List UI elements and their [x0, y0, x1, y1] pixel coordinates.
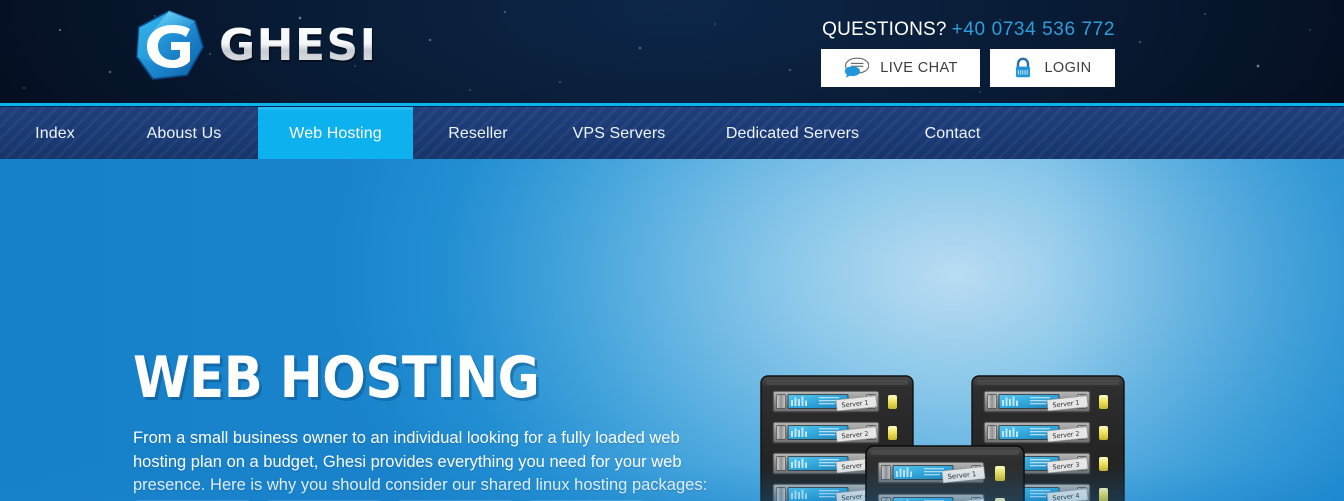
svg-text:Server 4: Server 4: [841, 492, 869, 501]
ghesi-heptagon-g-icon: [136, 10, 204, 80]
nav-item-label: Aboust Us: [146, 124, 222, 142]
nav-item-label: Reseller: [448, 124, 508, 142]
hero-section: Server 1 Server 2 Server 3 Server 4 Serv…: [0, 159, 1344, 501]
chat-bubble-icon: [845, 57, 870, 78]
hero-description: From a small business owner to an indivi…: [133, 429, 708, 494]
questions-label: QUESTIONS?: [822, 19, 947, 40]
rack-front: Server 1 Server 2 Server 3 Server 4: [865, 445, 1025, 501]
nav-item-reseller[interactable]: Reseller: [413, 107, 543, 160]
main-navigation: Index Aboust Us Web Hosting Reseller VPS Ser…: [0, 106, 1344, 160]
svg-text:Server 4: Server 4: [1052, 492, 1080, 501]
questions-line: QUESTIONS? +40 0734 536 772: [822, 19, 1115, 41]
server-racks-illustration: Server 1 Server 2 Server 3 Server 4 Serv…: [760, 375, 1125, 501]
nav-item-label: Web Hosting: [289, 124, 382, 142]
login-label: LOGIN: [1044, 60, 1092, 76]
nav-item-label: Dedicated Servers: [725, 124, 860, 142]
web-hosting-page: GHESI QUESTIONS? +40 0734 536 772 LIVE CH…: [0, 0, 1344, 501]
nav-item-web-hosting[interactable]: Web Hosting: [258, 107, 413, 160]
nav-item-dedicated-servers[interactable]: Dedicated Servers: [695, 107, 890, 160]
nav-item-vps-servers[interactable]: VPS Servers: [543, 107, 695, 160]
nav-item-label: VPS Servers: [572, 124, 666, 142]
nav-item-label: Contact: [924, 124, 981, 142]
live-chat-button[interactable]: LIVE CHAT: [821, 49, 980, 87]
nav-item-index[interactable]: Index: [0, 107, 110, 160]
nav-item-label: Index: [35, 124, 75, 142]
site-logo[interactable]: GHESI: [133, 9, 378, 83]
login-button[interactable]: LOGIN: [990, 49, 1115, 87]
nav-item-contact[interactable]: Contact: [890, 107, 1015, 160]
live-chat-label: LIVE CHAT: [880, 60, 958, 76]
nav-item-list: Index Aboust Us Web Hosting Reseller VPS Ser…: [0, 107, 1015, 160]
brand-name: GHESI: [219, 18, 378, 74]
nav-item-aboust-us[interactable]: Aboust Us: [110, 107, 258, 160]
phone-number[interactable]: +40 0734 536 772: [952, 19, 1115, 40]
header-actions: LIVE CHAT LOGIN: [821, 49, 1115, 87]
padlock-icon: [1016, 57, 1031, 78]
site-header: GHESI QUESTIONS? +40 0734 536 772 LIVE CH…: [0, 0, 1344, 103]
page-title: WEB HOSTING: [133, 345, 540, 411]
